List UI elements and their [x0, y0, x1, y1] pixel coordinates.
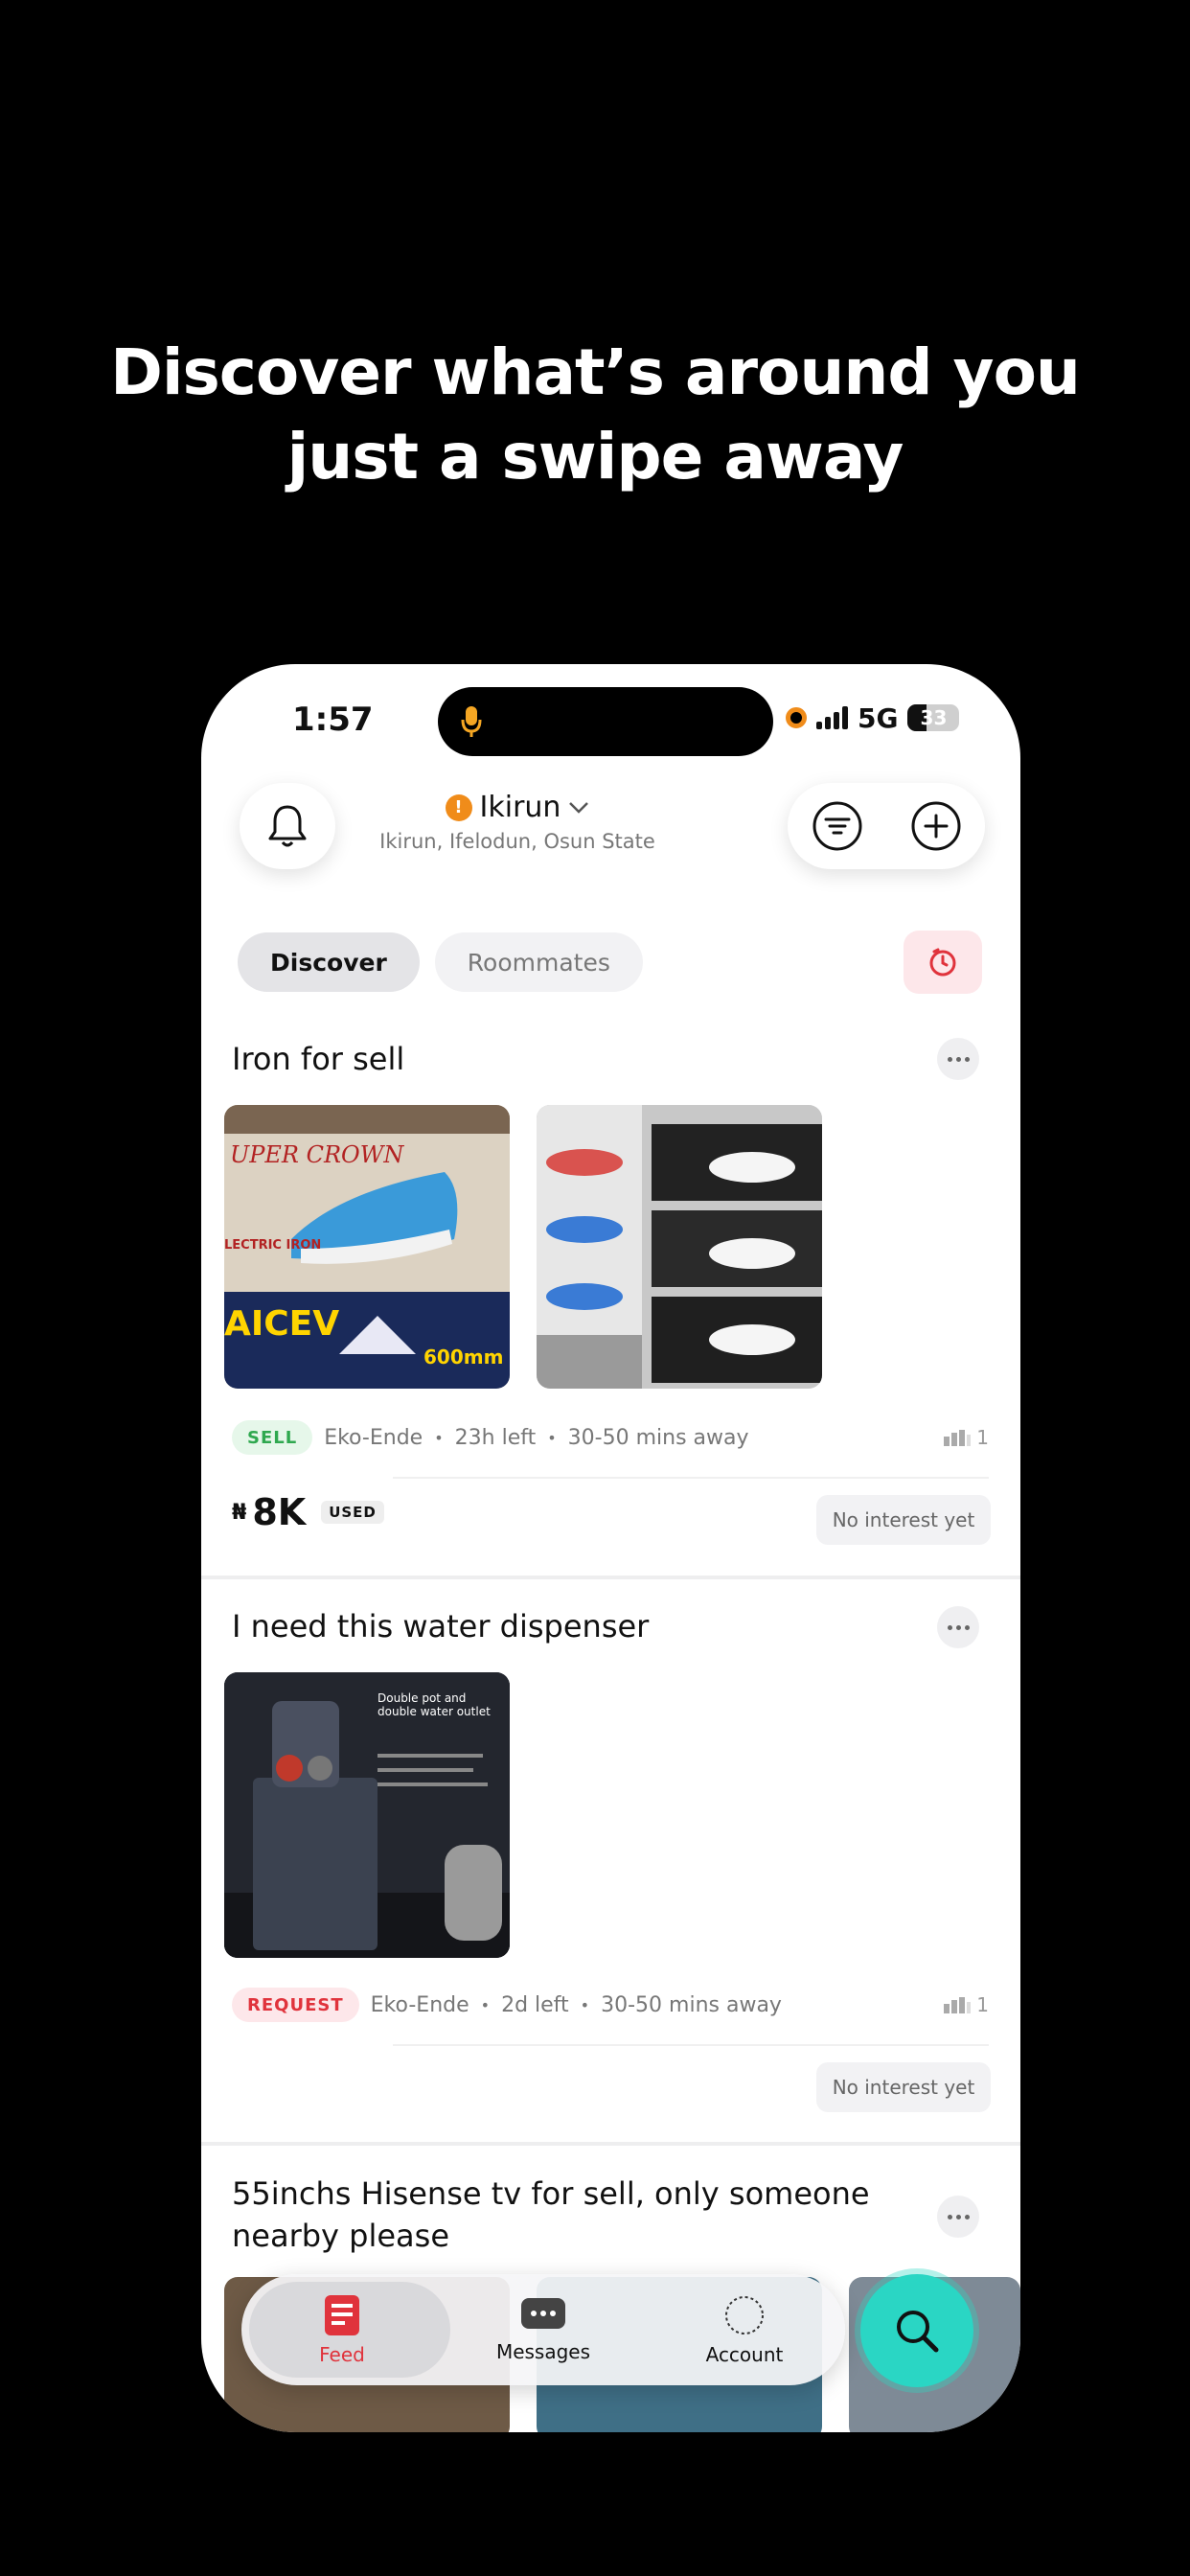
tab-discover[interactable]: Discover: [238, 932, 420, 992]
currency-symbol: ₦: [232, 1500, 247, 1525]
messages-icon: [521, 2298, 565, 2329]
promo-headline: Discover what’s around you just a swipe …: [0, 331, 1190, 499]
post-distance: 30-50 mins away: [567, 1425, 749, 1450]
location-alert-badge: !: [445, 794, 472, 821]
interest-button[interactable]: No interest yet: [816, 1495, 991, 1545]
box-product-text: LECTRIC IRON: [224, 1238, 321, 1253]
post-area: Eko-Ende: [324, 1425, 423, 1450]
battery-icon: 33: [907, 704, 960, 731]
post-title[interactable]: Iron for sell: [232, 1038, 404, 1080]
dispenser-caption: Double pot and double water outlet: [378, 1691, 491, 1718]
nav-messages[interactable]: Messages: [443, 2296, 644, 2363]
separator-dot: •: [434, 1428, 444, 1447]
views-number: 1: [976, 1426, 989, 1449]
post-image[interactable]: Double pot and double water outlet: [224, 1672, 510, 1958]
post-meta: REQUEST Eko-Ende • 2d left • 30-50 mins …: [232, 1988, 989, 2022]
post-image[interactable]: UPER CROWN LECTRIC IRON AICEV 600mm: [224, 1105, 510, 1389]
chevron-down-icon: [569, 801, 589, 814]
location-selector[interactable]: ! Ikirun Ikirun, Ifelodun, Osun State: [374, 791, 661, 853]
tab-roommates[interactable]: Roommates: [434, 932, 643, 992]
separator-dot: •: [480, 1995, 491, 2014]
timer-button[interactable]: [904, 931, 982, 994]
water-dispenser-photo: Double pot and double water outlet: [224, 1672, 510, 1958]
post-title[interactable]: 55inchs Hisense tv for sell, only someon…: [232, 2173, 883, 2257]
views-count: 1: [944, 1993, 989, 2016]
post-time-left: 23h left: [454, 1425, 537, 1450]
bottom-navigation: Feed Messages Account: [241, 2274, 845, 2385]
sell-tag: SELL: [232, 1420, 313, 1455]
headline-line-2: just a swipe away: [286, 420, 904, 494]
condition-badge: USED: [321, 1501, 384, 1524]
top-bar: ! Ikirun Ikirun, Ifelodun, Osun State: [201, 770, 1020, 885]
dynamic-island: [438, 687, 773, 756]
nav-feed-label: Feed: [319, 2343, 365, 2366]
box-size-text: 600mm: [423, 1346, 503, 1368]
microphone-icon: [461, 706, 482, 737]
more-options-button[interactable]: [937, 1606, 979, 1648]
iron-boxes-photo: [537, 1105, 822, 1389]
recording-dot-icon: [786, 707, 807, 728]
phone-screen: 1:57 5G 33 ! Ikirun Ikirun, Ifelodun, Os…: [201, 664, 1020, 2432]
nav-feed[interactable]: Feed: [241, 2293, 443, 2366]
iron-box-photo: UPER CROWN LECTRIC IRON AICEV 600mm: [224, 1105, 510, 1389]
stats-icon: [944, 1430, 972, 1446]
bell-icon: [268, 805, 307, 847]
post-title[interactable]: I need this water dispenser: [232, 1605, 649, 1647]
account-icon: [725, 2296, 764, 2334]
search-button[interactable]: [860, 2274, 973, 2387]
divider-line: [393, 1477, 989, 1479]
filter-icon[interactable]: [812, 800, 863, 852]
nav-account-label: Account: [705, 2343, 784, 2366]
status-indicators: 5G 33: [786, 701, 960, 735]
views-count: 1: [944, 1426, 989, 1449]
more-options-button[interactable]: [937, 2196, 979, 2238]
headline-line-1: Discover what’s around you: [110, 335, 1081, 409]
post-meta: SELL Eko-Ende • 23h left • 30-50 mins aw…: [232, 1420, 989, 1455]
post-divider: [201, 1576, 1020, 1579]
post-distance: 30-50 mins away: [601, 1992, 782, 2017]
feed-tabs: Discover Roommates: [238, 932, 643, 992]
divider-line: [393, 2044, 989, 2046]
status-bar: 1:57 5G 33: [201, 664, 1020, 770]
header-actions: [788, 783, 985, 869]
request-tag: REQUEST: [232, 1988, 359, 2022]
separator-dot: •: [580, 1995, 590, 2014]
add-post-icon[interactable]: [910, 800, 962, 852]
views-number: 1: [976, 1993, 989, 2016]
post-divider: [201, 2142, 1020, 2146]
post-image[interactable]: [537, 1105, 822, 1389]
location-detail: Ikirun, Ifelodun, Osun State: [379, 830, 655, 853]
location-name: Ikirun: [479, 791, 561, 824]
post-area: Eko-Ende: [370, 1992, 469, 2017]
box-brand-text: UPER CROWN: [230, 1141, 404, 1168]
price-amount: 8K: [252, 1491, 307, 1533]
box-model-text: AICEV: [224, 1304, 339, 1344]
search-icon: [897, 2311, 939, 2353]
post-time-left: 2d left: [501, 1992, 569, 2017]
notifications-button[interactable]: [240, 783, 335, 869]
more-options-button[interactable]: [937, 1038, 979, 1080]
interest-button[interactable]: No interest yet: [816, 2062, 991, 2112]
signal-icon: [816, 706, 848, 729]
stats-icon: [944, 1997, 972, 2013]
battery-level: 33: [920, 706, 948, 729]
feed-icon: [325, 2295, 359, 2335]
nav-messages-label: Messages: [495, 2340, 591, 2363]
status-time: 1:57: [292, 701, 374, 739]
nav-account[interactable]: Account: [644, 2293, 845, 2366]
timer-icon: [929, 948, 956, 977]
price-block: ₦ 8K USED: [232, 1491, 384, 1533]
network-type: 5G: [858, 702, 899, 734]
separator-dot: •: [547, 1428, 557, 1447]
